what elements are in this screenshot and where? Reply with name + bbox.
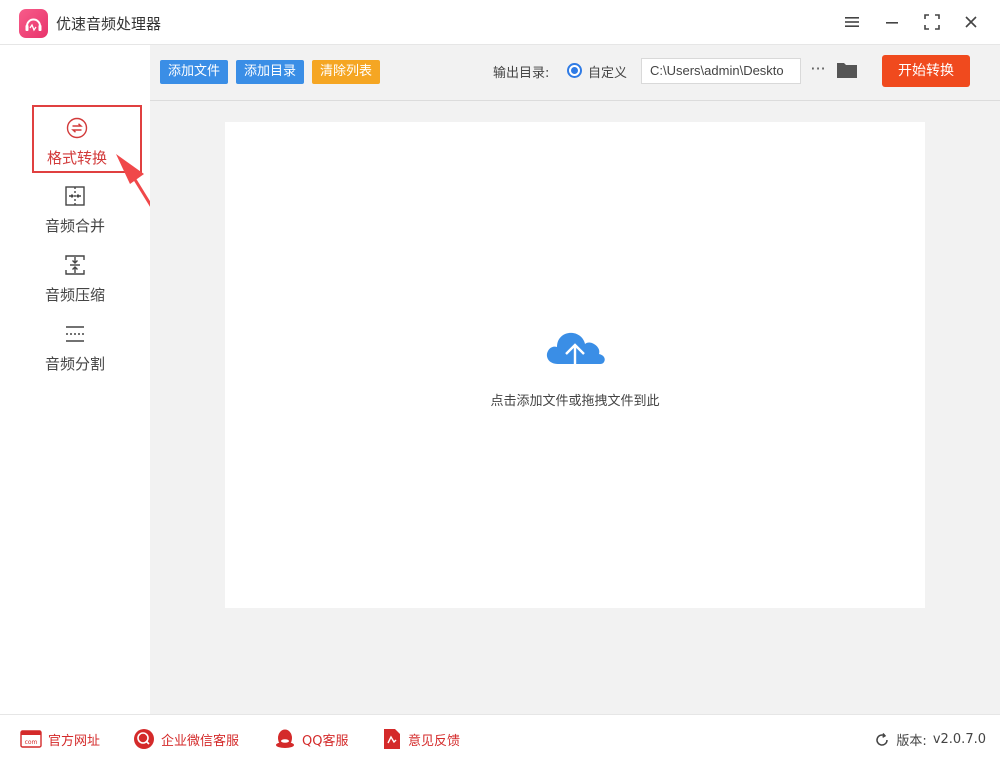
close-icon[interactable] xyxy=(958,9,984,35)
more-options-button[interactable]: ··· xyxy=(808,58,828,82)
app-logo xyxy=(19,9,48,38)
feedback-link[interactable]: 意见反馈 xyxy=(382,728,460,750)
toolbar: 添加文件 添加目录 清除列表 输出目录: 自定义 C:\Users\admin\… xyxy=(150,45,1000,101)
sidebar-item-label: 音频分割 xyxy=(44,355,105,373)
website-link[interactable]: com 官方网址 xyxy=(20,728,100,750)
add-file-button[interactable]: 添加文件 xyxy=(160,60,229,84)
convert-icon xyxy=(66,117,88,139)
file-drop-zone[interactable]: 点击添加文件或拖拽文件到此 xyxy=(225,122,925,608)
sidebar-item-label: 格式转换 xyxy=(46,149,107,167)
qq-service-label: QQ客服 xyxy=(302,733,349,749)
sidebar-item-audio-merge[interactable]: 音频合并 xyxy=(32,175,142,243)
add-directory-button[interactable]: 添加目录 xyxy=(236,60,305,84)
minimize-icon[interactable] xyxy=(879,9,905,35)
qq-service-link[interactable]: QQ客服 xyxy=(274,728,348,750)
wechat-service-link[interactable]: 企业微信客服 xyxy=(133,728,239,750)
sidebar-item-label: 音频合并 xyxy=(44,217,105,235)
split-icon xyxy=(66,326,84,342)
compress-icon xyxy=(65,255,85,275)
main-panel: 添加文件 添加目录 清除列表 输出目录: 自定义 C:\Users\admin\… xyxy=(150,45,1000,714)
feedback-label: 意见反馈 xyxy=(408,733,461,749)
footer-bar: com 官方网址 企业微信客服 QQ客服 意见反馈 版本: v2.0.7.0 xyxy=(0,714,1000,760)
merge-icon xyxy=(65,186,85,206)
wechat-service-icon xyxy=(134,729,154,749)
maximize-icon[interactable] xyxy=(919,9,945,35)
qq-icon xyxy=(276,729,294,748)
folder-icon[interactable] xyxy=(836,60,858,80)
wechat-service-label: 企业微信客服 xyxy=(161,733,240,749)
output-dir-label: 输出目录: xyxy=(493,66,550,81)
sidebar-item-audio-compress[interactable]: 音频压缩 xyxy=(32,244,142,312)
title-bar: 优速音频处理器 xyxy=(0,0,1000,45)
app-title: 优速音频处理器 xyxy=(56,15,162,33)
drop-hint-text: 点击添加文件或拖拽文件到此 xyxy=(490,394,660,409)
sidebar-item-audio-split[interactable]: 音频分割 xyxy=(32,313,142,381)
version-info: 版本: v2.0.7.0 xyxy=(874,730,986,749)
refresh-icon[interactable] xyxy=(874,732,890,748)
svg-text:com: com xyxy=(25,739,38,746)
feedback-icon xyxy=(384,729,400,749)
menu-icon[interactable] xyxy=(839,9,865,35)
version-label: 版本: xyxy=(896,734,927,749)
start-convert-button[interactable]: 开始转换 xyxy=(882,55,970,87)
website-link-label: 官方网址 xyxy=(48,733,101,749)
sidebar: 格式转换 音频合并 音频压缩 音频分割 xyxy=(0,45,150,714)
sidebar-item-label: 音频压缩 xyxy=(44,286,105,304)
custom-dir-radio-label: 自定义 xyxy=(588,66,628,81)
version-number: v2.0.7.0 xyxy=(932,732,986,747)
sidebar-item-format-convert[interactable]: 格式转换 xyxy=(32,105,142,173)
website-icon: com xyxy=(20,730,42,748)
cloud-upload-icon xyxy=(546,332,605,378)
output-path-input[interactable]: C:\Users\admin\Deskto xyxy=(641,58,801,84)
clear-list-button[interactable]: 清除列表 xyxy=(312,60,381,84)
custom-dir-radio[interactable] xyxy=(567,63,582,78)
